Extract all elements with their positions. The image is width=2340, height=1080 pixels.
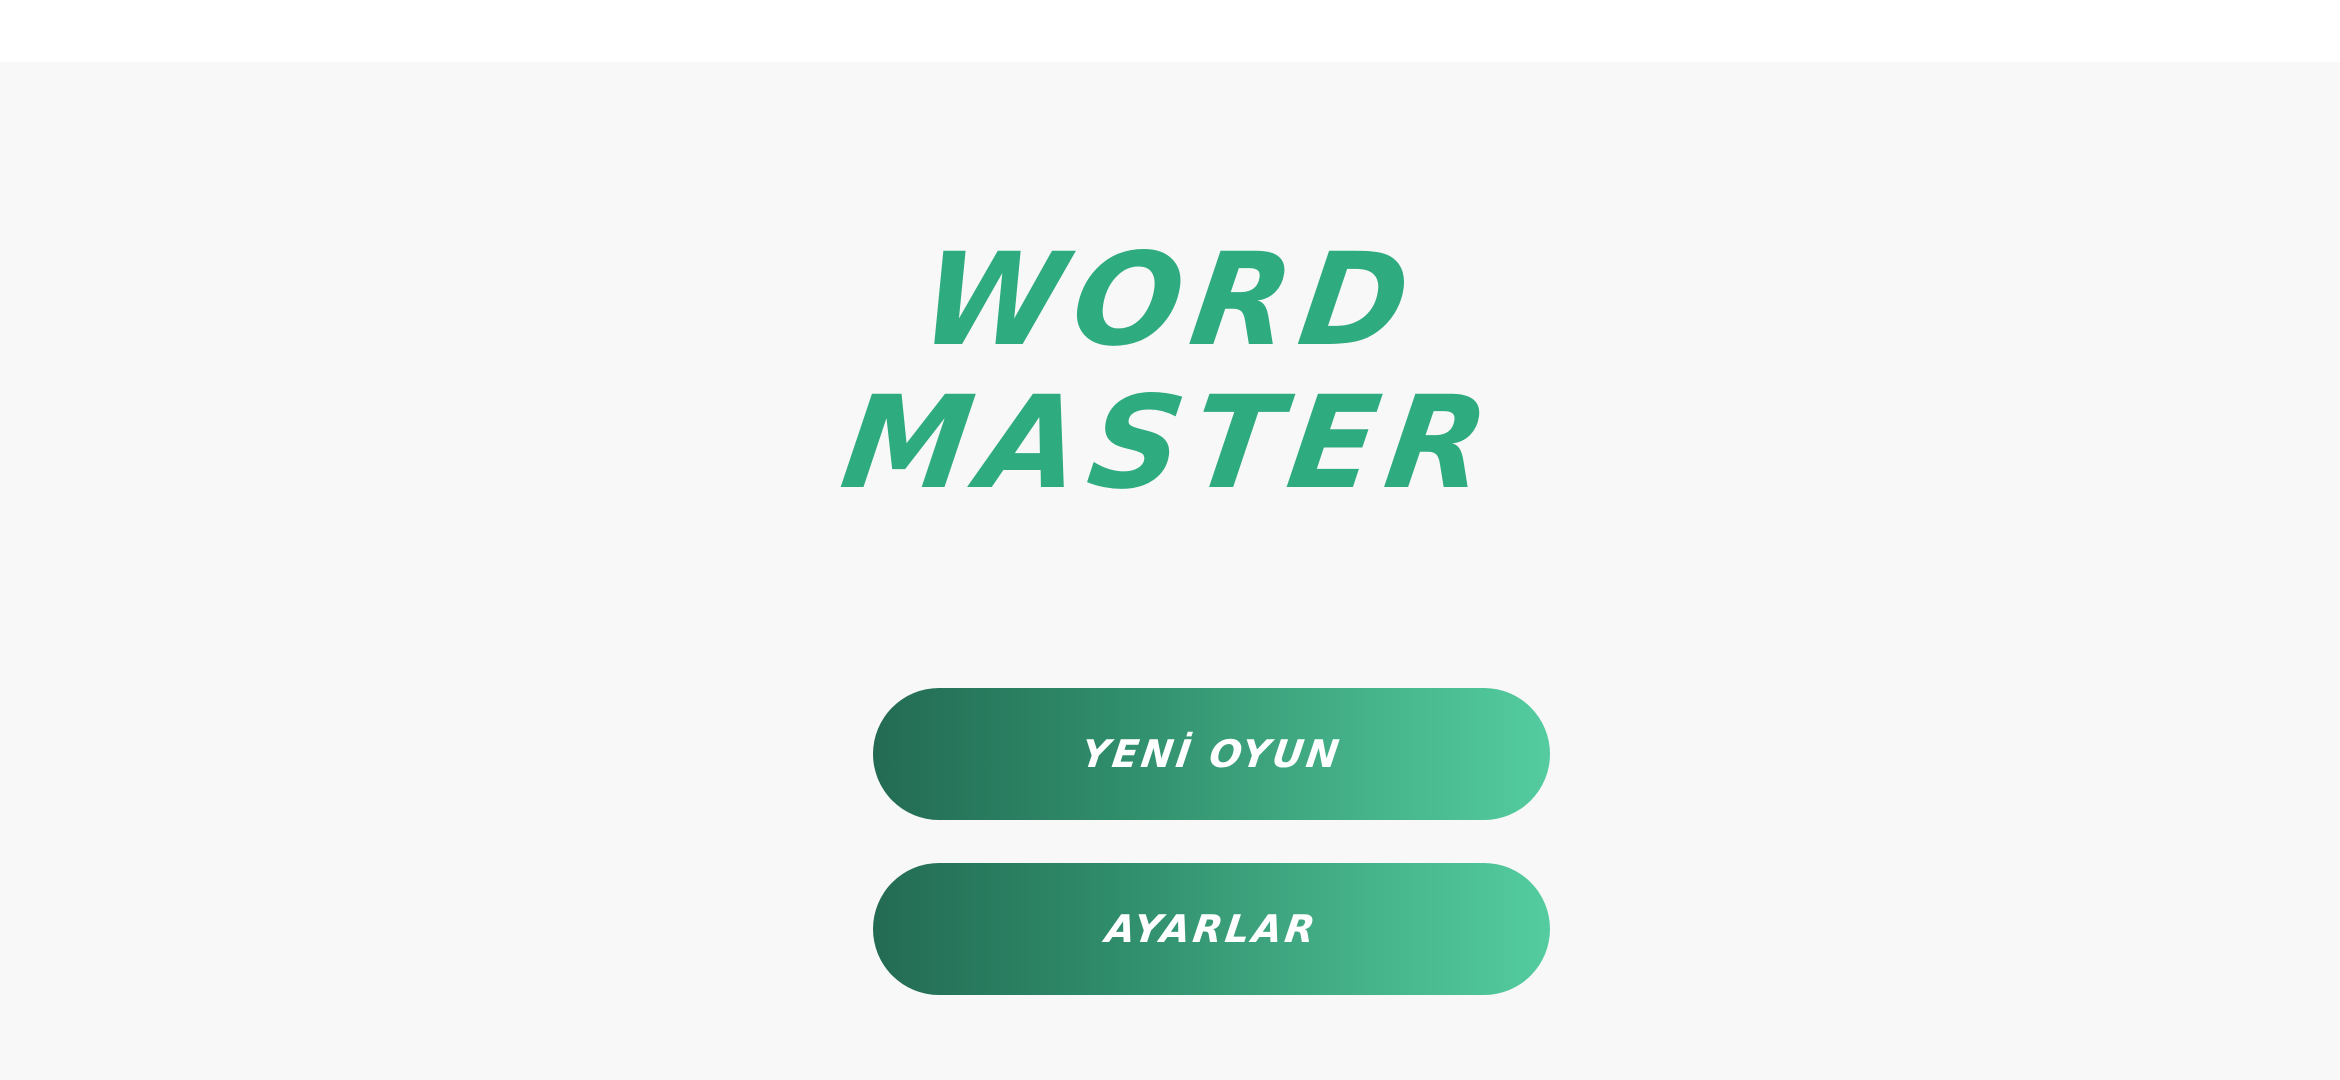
game-title-word: WORD [912, 226, 1428, 375]
settings-label: AYARLAR [1102, 907, 1321, 951]
settings-button[interactable]: AYARLAR [873, 863, 1550, 995]
status-bar [0, 0, 2340, 62]
game-title-master: MASTER [833, 369, 1507, 518]
new-game-label: YENİ OYUN [1078, 732, 1345, 776]
new-game-button[interactable]: YENİ OYUN [873, 688, 1550, 820]
